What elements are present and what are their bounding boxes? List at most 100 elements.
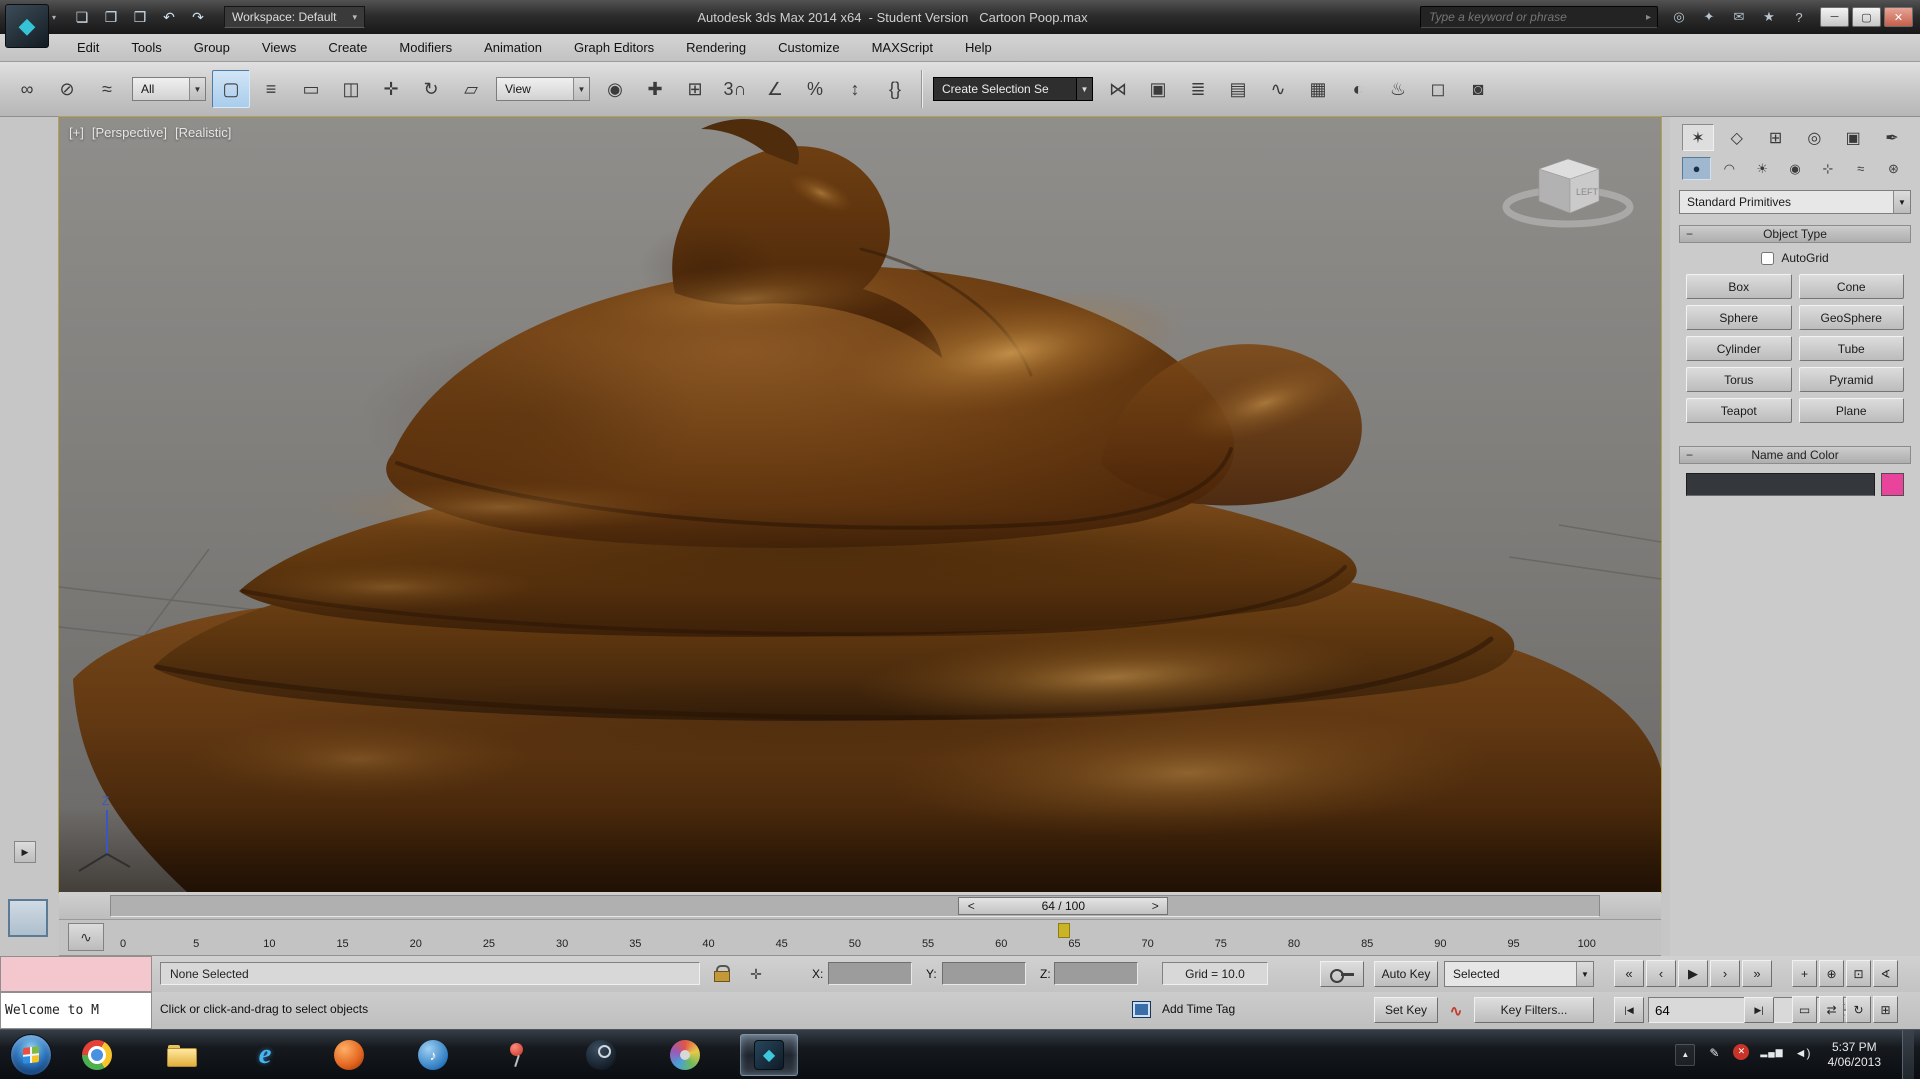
percent-snap-icon[interactable]: % <box>796 70 834 108</box>
subcategory-dropdown[interactable]: Standard Primitives ▼ <box>1679 190 1911 214</box>
time-tag-icon[interactable] <box>1132 1001 1151 1018</box>
geosphere-button[interactable]: GeoSphere <box>1798 305 1904 330</box>
material-editor-icon[interactable]: ◐ <box>1339 70 1377 108</box>
cone-button[interactable]: Cone <box>1798 274 1904 299</box>
edit-named-selection-sets-icon[interactable]: {} <box>876 70 914 108</box>
display-tab[interactable]: ▣ <box>1837 124 1869 151</box>
viewcube[interactable]: LEFT <box>1493 139 1643 254</box>
start-button[interactable] <box>10 1033 52 1076</box>
systems-category-icon[interactable]: ⊛ <box>1879 157 1908 180</box>
taskbar-3dsmax-icon[interactable]: ◆ <box>740 1033 798 1076</box>
schematic-view-icon[interactable]: ▦ <box>1299 70 1337 108</box>
infocenter-search[interactable] <box>1420 6 1658 28</box>
select-and-link-icon[interactable]: ∞ <box>8 70 46 108</box>
x-coordinate-field[interactable] <box>828 962 912 985</box>
sphere-button[interactable]: Sphere <box>1686 305 1792 330</box>
object-color-swatch[interactable] <box>1881 473 1904 496</box>
autogrid-checkbox[interactable] <box>1761 251 1775 265</box>
menu-customize[interactable]: Customize <box>765 36 852 59</box>
select-by-name-icon[interactable]: ≡ <box>252 70 290 108</box>
rendered-frame-window-icon[interactable]: ◻ <box>1419 70 1457 108</box>
sign-in-icon[interactable]: ✦ <box>1700 8 1718 26</box>
curve-editor-icon[interactable]: ∿ <box>1259 70 1297 108</box>
menu-help[interactable]: Help <box>952 36 1005 59</box>
zoom-all-button[interactable]: ⊕ <box>1819 960 1844 987</box>
default-in-out-tangents-icon[interactable]: ∿ <box>1444 999 1468 1023</box>
menu-tools[interactable]: Tools <box>118 36 174 59</box>
ribbon-toggle-icon[interactable]: ▤ <box>1219 70 1257 108</box>
teapot-button[interactable]: Teapot <box>1686 398 1792 423</box>
use-pivot-point-icon[interactable]: ◉ <box>596 70 634 108</box>
plane-button[interactable]: Plane <box>1798 398 1904 423</box>
menu-group[interactable]: Group <box>181 36 243 59</box>
selection-filter-dropdown[interactable]: All ▼ <box>132 77 206 101</box>
pyramid-button[interactable]: Pyramid <box>1798 367 1904 392</box>
box-button[interactable]: Box <box>1686 274 1792 299</box>
name-color-rollout-header[interactable]: Name and Color <box>1679 446 1911 464</box>
named-selection-sets-dropdown[interactable]: Create Selection Se ▼ <box>933 77 1093 101</box>
taskbar-paint-icon[interactable] <box>656 1034 714 1076</box>
open-file-icon[interactable]: ❐ <box>99 6 123 28</box>
workspace-dropdown[interactable]: Workspace: Default <box>224 6 366 28</box>
z-coordinate-field[interactable] <box>1054 962 1138 985</box>
maximize-button[interactable]: ▢ <box>1852 7 1881 27</box>
open-mini-curve-editor-button[interactable]: ∿ <box>68 923 104 951</box>
helpers-category-icon[interactable]: ⊹ <box>1813 157 1842 180</box>
window-crossing-icon[interactable]: ◫ <box>332 70 370 108</box>
mirror-icon[interactable]: ⋈ <box>1099 70 1137 108</box>
select-and-rotate-icon[interactable]: ↻ <box>412 70 450 108</box>
taskbar-clock[interactable]: 5:37 PM 4/06/2013 <box>1828 1040 1881 1070</box>
next-key-button[interactable]: ▶| <box>1744 997 1774 1023</box>
maxscript-listener-pink[interactable] <box>0 956 152 992</box>
next-frame-arrow[interactable]: > <box>1148 899 1162 913</box>
tray-volume-icon[interactable]: ◄) <box>1795 1044 1811 1062</box>
menu-create[interactable]: Create <box>315 36 380 59</box>
save-file-icon[interactable]: ❒ <box>128 6 152 28</box>
cameras-category-icon[interactable]: ◉ <box>1780 157 1809 180</box>
go-to-start-button[interactable]: « <box>1614 960 1644 987</box>
menu-rendering[interactable]: Rendering <box>673 36 759 59</box>
time-slider-handle[interactable]: < 64 / 100 > <box>958 897 1169 915</box>
previous-key-button[interactable]: |◀ <box>1614 997 1644 1023</box>
taskbar-steam-icon[interactable] <box>572 1034 630 1076</box>
tray-pencil-icon[interactable]: ✎ <box>1706 1044 1722 1062</box>
application-menu-arrow-icon[interactable]: ▾ <box>52 13 56 22</box>
application-menu-button[interactable]: ◆ <box>5 4 49 48</box>
lights-category-icon[interactable]: ☀ <box>1748 157 1777 180</box>
perspective-viewport[interactable]: [+] [Perspective] [Realistic] LEFT Z <box>58 116 1662 893</box>
time-slider-track[interactable]: < 64 / 100 > <box>110 895 1600 917</box>
zoom-region-button[interactable]: ▭ <box>1792 996 1817 1023</box>
align-icon[interactable]: ▣ <box>1139 70 1177 108</box>
taskbar-ie-icon[interactable]: e <box>236 1034 294 1076</box>
object-name-input[interactable] <box>1686 473 1875 496</box>
menu-edit[interactable]: Edit <box>64 36 112 59</box>
absolute-mode-icon[interactable]: ✛ <box>746 964 766 984</box>
select-object-icon[interactable]: ▢ <box>212 70 250 108</box>
new-scene-icon[interactable]: ❏ <box>70 6 94 28</box>
viewport-layout-tabs-button[interactable] <box>8 899 48 937</box>
modify-tab[interactable]: ◇ <box>1721 124 1753 151</box>
object-type-rollout-header[interactable]: Object Type <box>1679 225 1911 243</box>
select-and-manipulate-icon[interactable]: ✚ <box>636 70 674 108</box>
torus-button[interactable]: Torus <box>1686 367 1792 392</box>
pan-button[interactable]: ⇄ <box>1819 996 1844 1023</box>
favorites-icon[interactable]: ★ <box>1760 8 1778 26</box>
track-bar[interactable]: 0 5 10 15 20 25 30 35 40 45 50 55 60 65 70 75 80 85 90 95 10… <box>59 920 1661 956</box>
render-production-icon[interactable]: ◙ <box>1459 70 1497 108</box>
reference-coordinate-dropdown[interactable]: View ▼ <box>496 77 590 101</box>
search-input[interactable] <box>1421 10 1646 24</box>
bind-to-space-warp-icon[interactable]: ≈ <box>88 70 126 108</box>
key-filters-button[interactable]: Key Filters... <box>1474 997 1594 1023</box>
select-and-scale-icon[interactable]: ▱ <box>452 70 490 108</box>
geometry-category-icon[interactable]: ● <box>1682 157 1711 180</box>
rectangular-selection-region-icon[interactable]: ▭ <box>292 70 330 108</box>
taskbar-explorer-icon[interactable] <box>152 1034 210 1076</box>
create-tab[interactable]: ✶ <box>1682 124 1714 151</box>
viewport-tab-arrow-button[interactable] <box>14 841 36 863</box>
add-time-tag-button[interactable]: Add Time Tag <box>1162 1002 1235 1016</box>
viewport-label-item[interactable]: [Realistic] <box>175 125 231 140</box>
layer-manager-icon[interactable]: ≣ <box>1179 70 1217 108</box>
help-icon[interactable]: ? <box>1790 8 1808 26</box>
motion-tab[interactable]: ◎ <box>1798 124 1830 151</box>
maxscript-mini-listener[interactable]: Welcome to M <box>0 992 152 1029</box>
